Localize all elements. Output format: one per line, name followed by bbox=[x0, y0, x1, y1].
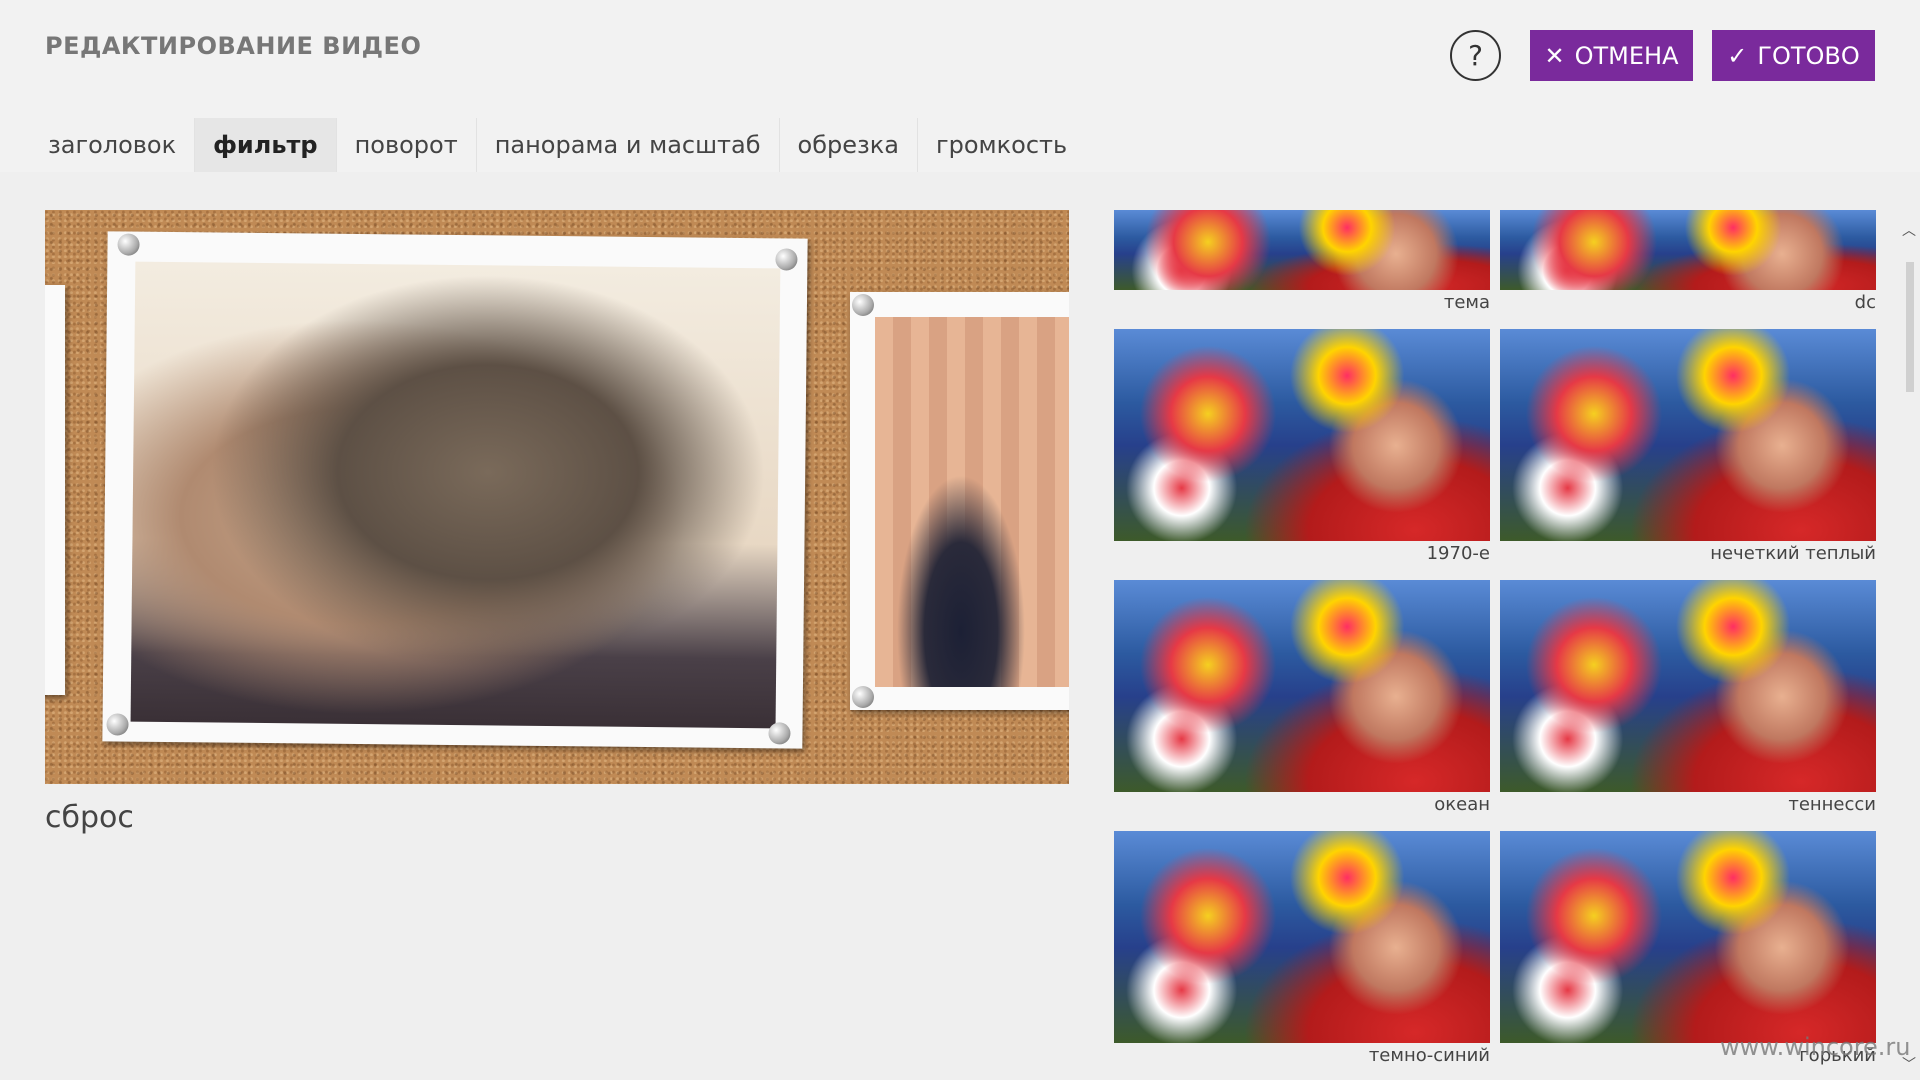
filter-gallery: тема dc 1970-е нечеткий теплый океан тен… bbox=[1114, 210, 1878, 1080]
tab-title[interactable]: заголовок bbox=[30, 118, 196, 172]
watermark: www.wincore.ru bbox=[1720, 1033, 1911, 1061]
scroll-thumb[interactable] bbox=[1906, 262, 1914, 392]
filter-item-dark-blue[interactable]: темно-синий bbox=[1114, 831, 1490, 1069]
filter-thumbnail bbox=[1114, 831, 1490, 1043]
cancel-button[interactable]: ✕ ОТМЕНА bbox=[1530, 30, 1693, 81]
filter-item-1970s[interactable]: 1970-е bbox=[1114, 329, 1490, 567]
pin-icon bbox=[106, 713, 129, 736]
filter-label: нечеткий теплый bbox=[1710, 543, 1876, 564]
pin-icon bbox=[852, 686, 874, 708]
tab-rotate[interactable]: поворот bbox=[337, 118, 477, 172]
filter-label: теннесси bbox=[1788, 794, 1876, 815]
pin-icon bbox=[117, 233, 140, 256]
help-button[interactable]: ? bbox=[1450, 30, 1501, 81]
filter-thumbnail bbox=[1500, 831, 1876, 1043]
filter-thumbnail bbox=[1500, 210, 1876, 290]
filter-item-dc[interactable]: dc bbox=[1500, 210, 1876, 316]
reset-button[interactable]: сброс bbox=[45, 800, 134, 835]
done-button[interactable]: ✓ ГОТОВО bbox=[1712, 30, 1875, 81]
video-frame-image-next bbox=[875, 317, 1069, 687]
filter-item-tennessee[interactable]: теннесси bbox=[1500, 580, 1876, 818]
filter-thumbnail bbox=[1500, 580, 1876, 792]
pin-icon bbox=[768, 722, 791, 745]
page-title: РЕДАКТИРОВАНИЕ ВИДЕО bbox=[45, 32, 422, 60]
tab-volume[interactable]: громкость bbox=[918, 118, 1085, 172]
filter-item-theme[interactable]: тема bbox=[1114, 210, 1490, 316]
filter-label: океан bbox=[1434, 794, 1490, 815]
chevron-up-icon[interactable]: ︿ bbox=[1902, 220, 1916, 240]
app-header: РЕДАКТИРОВАНИЕ ВИДЕО ? ✕ ОТМЕНА ✓ ГОТОВО… bbox=[0, 0, 1920, 172]
close-icon: ✕ bbox=[1544, 41, 1565, 70]
checkmark-icon: ✓ bbox=[1727, 41, 1748, 70]
filter-thumbnail bbox=[1114, 329, 1490, 541]
filter-thumbnail bbox=[1114, 210, 1490, 290]
filter-thumbnail bbox=[1500, 329, 1876, 541]
video-frame-image bbox=[130, 261, 781, 729]
filter-label: темно-синий bbox=[1368, 1045, 1490, 1066]
filter-label: тема bbox=[1443, 292, 1490, 313]
pin-icon bbox=[852, 294, 874, 316]
tab-pan-zoom[interactable]: панорама и масштаб bbox=[477, 118, 780, 172]
photo-frame-right bbox=[850, 292, 1069, 710]
edit-tabs: заголовок фильтр поворот панорама и масш… bbox=[30, 118, 1085, 172]
filter-scrollbar[interactable]: ︿ ﹀ bbox=[1900, 210, 1920, 1080]
filter-label: 1970-е bbox=[1426, 543, 1490, 564]
photo-frame-left bbox=[45, 285, 65, 695]
cancel-label: ОТМЕНА bbox=[1574, 41, 1679, 70]
tab-trim[interactable]: обрезка bbox=[780, 118, 918, 172]
done-label: ГОТОВО bbox=[1757, 41, 1860, 70]
help-label: ? bbox=[1468, 39, 1483, 72]
filter-label: dc bbox=[1854, 292, 1876, 313]
tab-filter[interactable]: фильтр bbox=[195, 118, 337, 172]
filter-item-fuzzy-warm[interactable]: нечеткий теплый bbox=[1500, 329, 1876, 567]
photo-frame-main bbox=[102, 231, 808, 749]
filter-thumbnail bbox=[1114, 580, 1490, 792]
video-preview[interactable] bbox=[45, 210, 1069, 784]
pin-icon bbox=[775, 248, 798, 271]
filter-item-ocean[interactable]: океан bbox=[1114, 580, 1490, 818]
